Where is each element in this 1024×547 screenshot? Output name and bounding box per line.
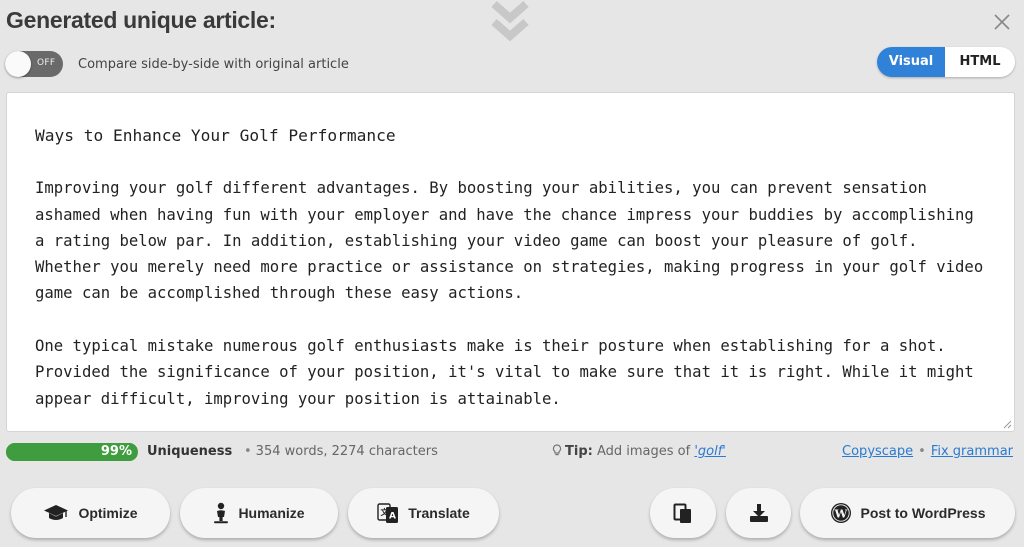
tip-text: Tip: Add images of 'golf' xyxy=(552,444,726,459)
uniqueness-percent: 99% xyxy=(100,444,132,459)
translate-button[interactable]: 文 A Translate xyxy=(348,488,499,538)
resize-handle-icon[interactable] xyxy=(1003,420,1012,429)
fix-grammar-link[interactable]: Fix grammar xyxy=(931,444,1013,459)
visual-tab[interactable]: Visual xyxy=(877,47,945,77)
toggle-state: OFF xyxy=(37,58,56,68)
download-button[interactable] xyxy=(726,488,791,538)
count-text: 354 words, 2274 characters xyxy=(255,444,438,459)
uniqueness-progress-bar: 99% xyxy=(6,443,138,461)
word-count: • 354 words, 2274 characters xyxy=(240,444,438,459)
graduation-cap-icon xyxy=(44,505,69,520)
download-icon xyxy=(749,504,768,522)
article-paragraph: Improving your golf different advantages… xyxy=(35,179,984,303)
translate-label: Translate xyxy=(408,505,470,521)
lightbulb-icon xyxy=(552,444,562,456)
uniqueness-label-text: Uniqueness xyxy=(147,444,233,459)
tip-message: Add images of xyxy=(596,444,691,459)
compare-toggle[interactable]: OFF xyxy=(5,51,63,77)
compare-label: Compare side-by-side with original artic… xyxy=(78,56,349,72)
translate-icon: 文 A xyxy=(377,503,399,523)
tool-links: Copyscape • Fix grammar xyxy=(842,444,1013,459)
article-paragraph: One typical mistake numerous golf enthus… xyxy=(35,337,974,408)
separator-dot: • xyxy=(918,444,926,459)
view-mode-switch: Visual HTML xyxy=(877,47,1015,77)
svg-text:A: A xyxy=(389,512,396,522)
page-title: Generated unique article: xyxy=(6,7,276,33)
copyscape-link[interactable]: Copyscape xyxy=(842,444,913,459)
clipboard-icon xyxy=(673,503,691,523)
article-heading: Ways to Enhance Your Golf Performance xyxy=(35,126,396,145)
humanize-button[interactable]: Humanize xyxy=(180,488,338,538)
humanize-label: Humanize xyxy=(238,505,305,521)
post-to-wordpress-button[interactable]: W Post to WordPress xyxy=(800,488,1015,538)
post-label: Post to WordPress xyxy=(860,505,986,521)
html-tab[interactable]: HTML xyxy=(945,47,1015,77)
article-editor[interactable]: Ways to Enhance Your Golf Performance Im… xyxy=(6,92,1015,432)
chevron-down-icon[interactable] xyxy=(486,0,534,48)
svg-text:W: W xyxy=(833,506,848,520)
tip-keyword-link[interactable]: 'golf' xyxy=(694,444,726,459)
separator-dot: • xyxy=(244,444,252,459)
uniqueness-label: Uniqueness xyxy=(147,444,232,459)
optimize-button[interactable]: Optimize xyxy=(11,488,170,538)
optimize-label: Optimize xyxy=(78,505,138,521)
copy-button[interactable] xyxy=(650,488,716,538)
person-icon xyxy=(214,502,229,524)
tip-label: Tip: xyxy=(565,444,593,459)
compare-row: OFF Compare side-by-side with original a… xyxy=(5,51,349,77)
wordpress-icon: W xyxy=(830,503,851,523)
close-icon[interactable] xyxy=(992,12,1012,32)
status-bar: 99% Uniqueness • 354 words, 2274 characte… xyxy=(6,442,1014,462)
toggle-knob xyxy=(5,51,31,77)
